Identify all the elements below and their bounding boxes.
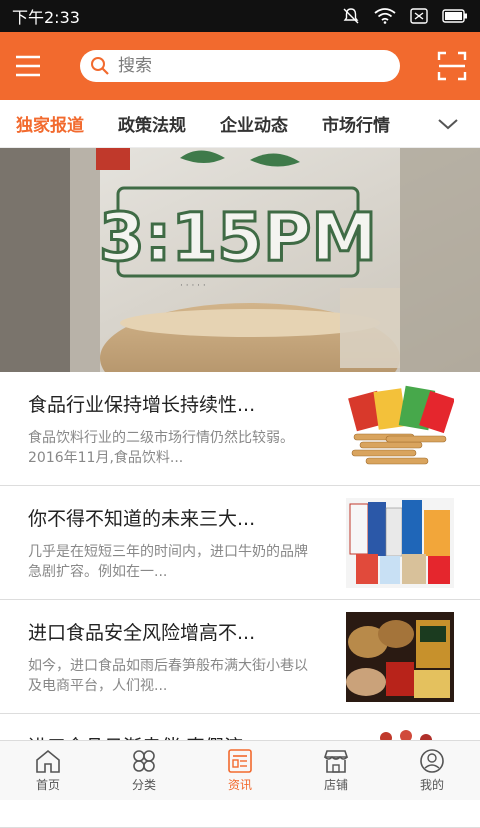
battery-icon bbox=[442, 9, 467, 23]
news-title: 进口食品安全风险增高不... bbox=[28, 622, 256, 644]
nav-shop[interactable]: 店铺 bbox=[288, 741, 384, 800]
news-item[interactable]: 你不得不知道的未来三大... 几乎是在短短三年的时间内，进口牛奶的品牌急剧扩容。… bbox=[0, 486, 480, 600]
search-bar[interactable] bbox=[80, 50, 400, 82]
news-icon bbox=[228, 749, 252, 773]
home-icon bbox=[36, 749, 60, 773]
nav-category-label: 分类 bbox=[131, 778, 156, 792]
banner-brand-text: 3:15PM bbox=[99, 199, 377, 276]
nav-profile[interactable]: 我的 bbox=[384, 741, 480, 800]
bottom-nav: 首页 分类 资讯 店铺 我的 bbox=[0, 740, 480, 800]
category-tabs: 独家报道 政策法规 企业动态 市场行情 bbox=[0, 100, 480, 148]
app-bar bbox=[0, 32, 480, 100]
news-thumbnail bbox=[346, 612, 454, 702]
tab-market-trends[interactable]: 市场行情 bbox=[322, 111, 390, 136]
nav-news-label: 资讯 bbox=[227, 778, 252, 792]
menu-icon bbox=[16, 55, 40, 77]
search-input[interactable] bbox=[118, 56, 368, 76]
category-icon bbox=[133, 750, 155, 772]
news-thumbnail bbox=[346, 498, 454, 588]
menu-button[interactable] bbox=[0, 32, 56, 100]
news-item[interactable]: 进口食品安全风险增高不... 如今，进口食品如雨后春笋般布满大街小巷以及电商平台… bbox=[0, 600, 480, 714]
snack-image bbox=[346, 384, 454, 474]
news-description: 几乎是在短短三年的时间内，进口牛奶的品牌急剧扩容。例如在一... bbox=[28, 544, 308, 580]
news-title: 你不得不知道的未来三大... bbox=[28, 508, 256, 530]
status-time: 下午2:33 bbox=[12, 8, 80, 27]
nav-news[interactable]: 资讯 bbox=[192, 741, 288, 800]
nav-profile-label: 我的 bbox=[419, 778, 444, 792]
nav-shop-label: 店铺 bbox=[323, 778, 348, 792]
banner-carousel[interactable]: 3:15PM · · · · · bbox=[0, 148, 480, 372]
search-icon bbox=[91, 57, 109, 75]
nav-home-label: 首页 bbox=[35, 778, 60, 792]
imported-food-image bbox=[346, 612, 454, 702]
tab-exclusive-reports[interactable]: 独家报道 bbox=[16, 111, 84, 136]
tab-company-news[interactable]: 企业动态 bbox=[220, 111, 288, 136]
sim-off-icon bbox=[410, 8, 428, 24]
news-description: 如今，进口食品如雨后春笋般布满大街小巷以及电商平台，人们视... bbox=[28, 658, 308, 694]
news-thumbnail bbox=[346, 384, 454, 474]
news-description: 食品饮料行业的二级市场行情仍然比较弱。2016年11月,食品饮料... bbox=[28, 430, 294, 466]
shop-icon bbox=[323, 750, 349, 773]
bell-off-icon bbox=[343, 8, 359, 24]
news-item[interactable]: 食品行业保持增长持续性... 食品饮料行业的二级市场行情仍然比较弱。2016年1… bbox=[0, 372, 480, 486]
news-title: 食品行业保持增长持续性... bbox=[28, 394, 256, 416]
banner-image: 3:15PM · · · · · bbox=[0, 148, 480, 372]
profile-icon bbox=[420, 749, 444, 773]
banner-small-print: · · · · · bbox=[180, 281, 206, 291]
nav-home[interactable]: 首页 bbox=[0, 741, 96, 800]
status-icons bbox=[342, 7, 468, 25]
wifi-icon bbox=[374, 8, 396, 24]
status-bar: 下午2:33 bbox=[0, 0, 480, 32]
nav-category[interactable]: 分类 bbox=[96, 741, 192, 800]
scan-icon bbox=[437, 51, 467, 81]
scan-button[interactable] bbox=[436, 50, 468, 82]
chevron-down-icon[interactable] bbox=[436, 112, 460, 136]
milk-products-image bbox=[346, 498, 454, 588]
tab-policies-regulations[interactable]: 政策法规 bbox=[118, 111, 186, 136]
